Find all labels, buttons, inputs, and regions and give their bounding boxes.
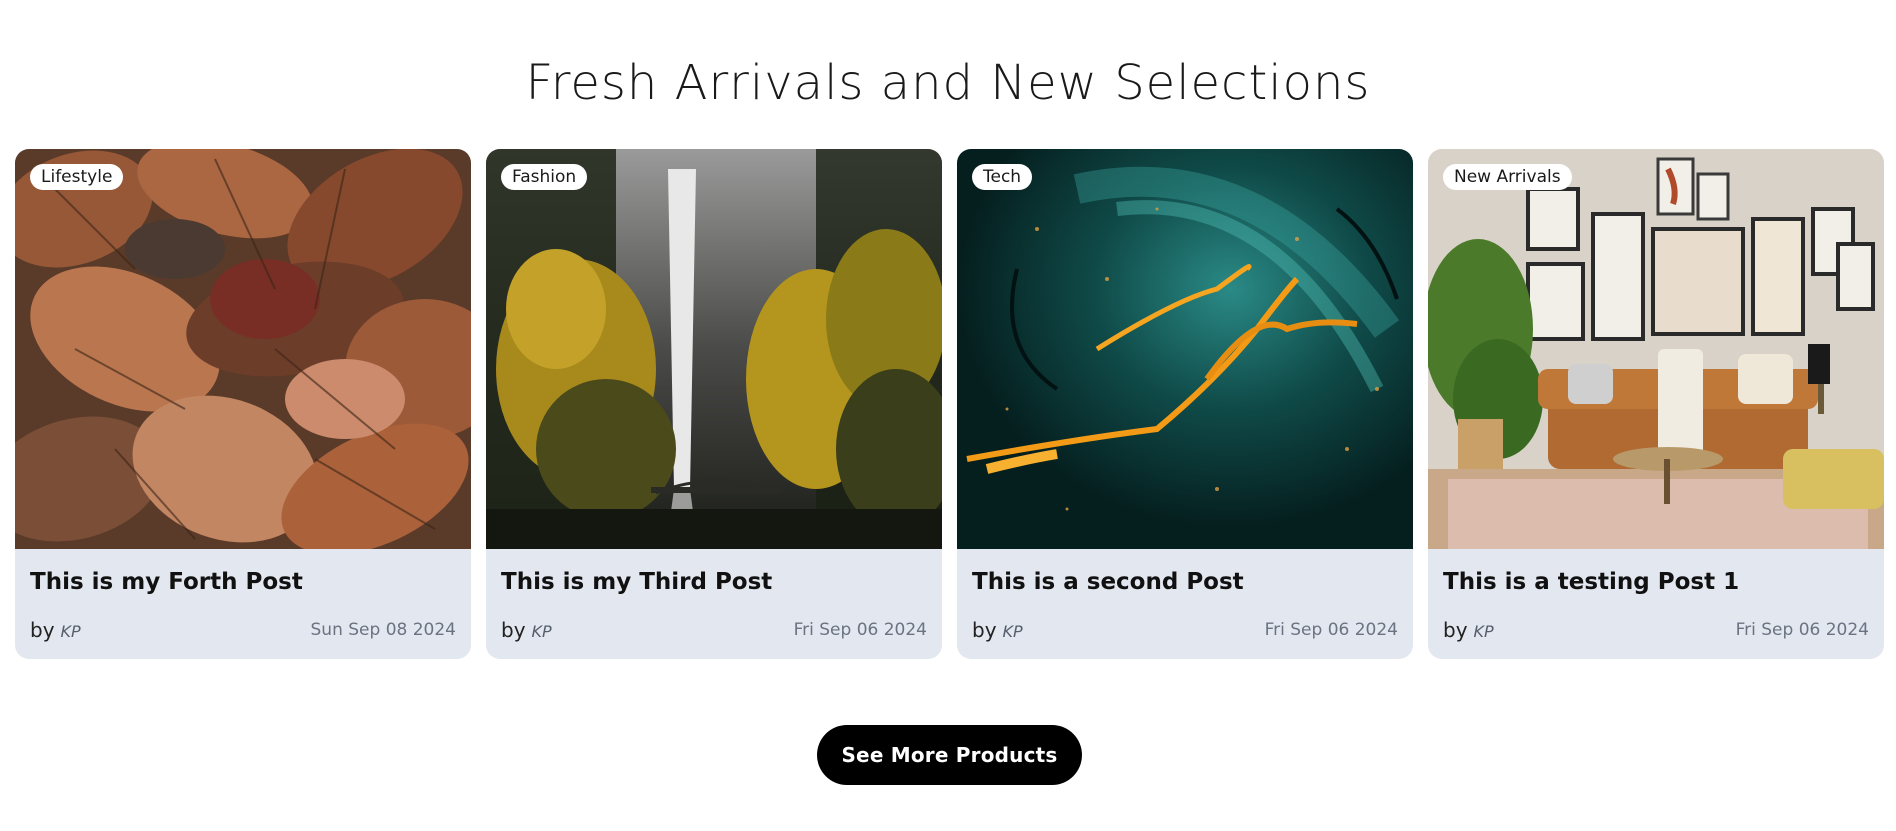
post-card-4[interactable]: New Arrivals This is a testing Post 1 by… [1428,149,1884,659]
category-badge[interactable]: Lifestyle [30,164,124,190]
post-meta: by KP Fri Sep 06 2024 [1443,617,1869,643]
post-date: Fri Sep 06 2024 [1264,620,1398,640]
card-body: This is a testing Post 1 by KP Fri Sep 06… [1428,549,1884,659]
author-name: KP [1473,622,1494,641]
post-card-2[interactable]: Fashion This is my Third Post by KP Fri S… [486,149,942,659]
post-author: by KP [501,618,552,642]
author-name: KP [531,622,552,641]
post-meta: by KP Fri Sep 06 2024 [972,617,1398,643]
author-prefix: by [501,618,526,642]
post-title[interactable]: This is my Third Post [501,565,772,599]
author-prefix: by [1443,618,1468,642]
post-meta: by KP Sun Sep 08 2024 [30,617,456,643]
post-meta: by KP Fri Sep 06 2024 [501,617,927,643]
post-author: by KP [30,618,81,642]
post-image-living-room[interactable] [1428,149,1884,549]
section-title: Fresh Arrivals and New Selections [525,55,1371,111]
category-badge[interactable]: Tech [972,164,1033,190]
post-date: Fri Sep 06 2024 [793,620,927,640]
post-date: Sun Sep 08 2024 [310,620,457,640]
author-name: KP [60,622,81,641]
post-date: Fri Sep 06 2024 [1735,620,1869,640]
category-badge[interactable]: Fashion [501,164,588,190]
author-prefix: by [30,618,55,642]
card-body: This is my Forth Post by KP Sun Sep 08 20… [15,549,471,659]
post-title[interactable]: This is a second Post [972,565,1244,599]
post-image-autumn-leaves[interactable] [15,149,471,549]
post-card-3[interactable]: Tech This is a second Post by KP Fri Sep … [957,149,1413,659]
post-author: by KP [972,618,1023,642]
card-body: This is my Third Post by KP Fri Sep 06 20… [486,549,942,659]
category-badge[interactable]: New Arrivals [1443,164,1572,190]
post-image-abstract-teal-orange[interactable] [957,149,1413,549]
post-title[interactable]: This is a testing Post 1 [1443,565,1739,599]
author-name: KP [1002,622,1023,641]
post-author: by KP [1443,618,1494,642]
post-grid: Lifestyle This is my Forth Post by KP Sun… [15,149,1885,659]
post-title[interactable]: This is my Forth Post [30,565,303,599]
post-image-waterfall-forest[interactable] [486,149,942,549]
author-prefix: by [972,618,997,642]
card-body: This is a second Post by KP Fri Sep 06 20… [957,549,1413,659]
post-card-1[interactable]: Lifestyle This is my Forth Post by KP Sun… [15,149,471,659]
see-more-products-button[interactable]: See More Products [817,725,1082,785]
